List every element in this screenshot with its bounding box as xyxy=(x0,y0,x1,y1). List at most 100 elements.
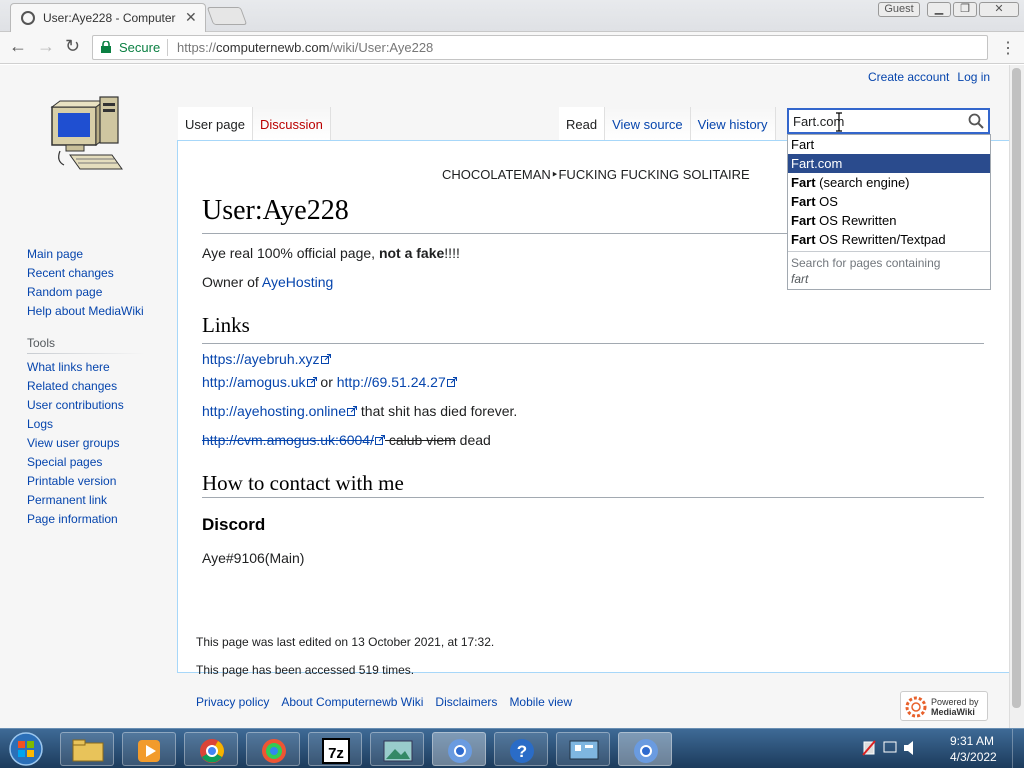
new-tab-button[interactable] xyxy=(206,7,248,25)
taskbar-color-app-button[interactable] xyxy=(246,732,300,766)
amogus-link[interactable]: http://amogus.uk xyxy=(202,374,317,390)
amogus-link-text: http://amogus.uk xyxy=(202,374,306,390)
taskbar-chrome-button[interactable] xyxy=(432,732,486,766)
close-tab-icon[interactable]: ✕ xyxy=(185,9,197,26)
sidebar-item-printable-version[interactable]: Printable version xyxy=(27,472,145,491)
create-account-link[interactable]: Create account xyxy=(868,70,949,84)
breadcrumb: CHOCOLATEMAN‣FUCKING FUCKING SOLITAIRE xyxy=(442,167,750,182)
suggestion-item[interactable]: Fart.com xyxy=(788,154,990,173)
media-player-icon xyxy=(138,740,160,762)
access-count-text: This page has been accessed 519 times. xyxy=(196,663,415,677)
suggestion-text: OS Rewritten xyxy=(815,213,897,228)
url-path: /wiki/User:Aye228 xyxy=(329,40,434,55)
taskbar-image-viewer-button[interactable] xyxy=(370,732,424,766)
ip-link[interactable]: http://69.51.24.27 xyxy=(337,374,457,390)
suggestion-item[interactable]: Fart (search engine) xyxy=(788,173,990,192)
forward-arrow-icon[interactable]: → xyxy=(37,36,55,57)
sidebar-item-user-contributions[interactable]: User contributions xyxy=(27,396,145,415)
search-icon[interactable] xyxy=(968,113,984,129)
suggestion-item[interactable]: Fart OS Rewritten xyxy=(788,211,990,230)
taskbar-help-button[interactable]: ? xyxy=(494,732,548,766)
taskbar-chrome-button[interactable] xyxy=(184,732,238,766)
taskbar-7zip-button[interactable]: 7z xyxy=(308,732,362,766)
sidebar-item-what-links-here[interactable]: What links here xyxy=(27,358,145,377)
sidebar-item-recent-changes[interactable]: Recent changes xyxy=(27,264,145,283)
sidebar-item-help[interactable]: Help about MediaWiki xyxy=(27,302,145,321)
site-logo-computer-icon[interactable] xyxy=(50,95,126,179)
suggestion-text: OS Rewritten/Textpad xyxy=(815,232,946,247)
search-containing-option[interactable]: Search for pages containing fart xyxy=(788,251,990,290)
suggestion-item[interactable]: Fart xyxy=(788,135,990,154)
browser-titlebar: User:Aye228 - Computer ✕ Guest ▁ ❐ ✕ xyxy=(0,0,1024,32)
external-link-icon xyxy=(374,435,385,445)
disclaimers-link[interactable]: Disclaimers xyxy=(435,695,497,709)
url-text[interactable]: https://computernewb.com/wiki/User:Aye22… xyxy=(177,40,433,55)
sidebar-item-random-page[interactable]: Random page xyxy=(27,283,145,302)
external-link-icon xyxy=(306,377,317,387)
back-arrow-icon[interactable]: ← xyxy=(9,36,27,57)
close-window-button[interactable]: ✕ xyxy=(979,2,1019,17)
suggestion-item[interactable]: Fart OS Rewritten/Textpad xyxy=(788,230,990,249)
chrome-icon xyxy=(448,739,472,763)
link-line-4: http://cvm.amogus.uk:6004/ calub viem de… xyxy=(202,432,491,448)
mobile-view-link[interactable]: Mobile view xyxy=(509,695,572,709)
taskbar-explorer-button[interactable] xyxy=(60,732,114,766)
sidebar-navigation: Main page Recent changes Random page Hel… xyxy=(27,245,145,321)
sidebar-item-main-page[interactable]: Main page xyxy=(27,245,145,264)
minimize-button[interactable]: ▁ xyxy=(927,2,951,17)
tab-discussion[interactable]: Discussion xyxy=(252,107,331,140)
ayebruh-link-text: https://ayebruh.xyz xyxy=(202,351,320,367)
ayehosting-online-link[interactable]: http://ayehosting.online xyxy=(202,403,357,419)
suggestion-text: Fart xyxy=(791,137,815,152)
start-button-windows-icon[interactable] xyxy=(6,731,46,767)
taskbar-control-panel-button[interactable] xyxy=(556,732,610,766)
reload-icon[interactable]: ↻ xyxy=(65,36,80,57)
sidebar-item-page-information[interactable]: Page information xyxy=(27,510,145,529)
tab-view-history[interactable]: View history xyxy=(690,107,776,140)
ayebruh-link[interactable]: https://ayebruh.xyz xyxy=(202,351,331,367)
calub-viem-text: calub viem xyxy=(384,432,456,448)
taskbar-chrome-button[interactable] xyxy=(618,732,672,766)
sidebar-item-special-pages[interactable]: Special pages xyxy=(27,453,145,472)
cvm-link[interactable]: http://cvm.amogus.uk:6004/ xyxy=(202,432,385,448)
powered-by-mediawiki-badge[interactable]: Powered by MediaWiki xyxy=(900,691,988,721)
menu-kebab-icon[interactable]: ⋮ xyxy=(1000,38,1016,58)
help-icon: ? xyxy=(510,739,534,763)
log-in-link[interactable]: Log in xyxy=(957,70,990,84)
external-link-icon xyxy=(320,354,331,364)
tab-view-source[interactable]: View source xyxy=(605,107,691,140)
sidebar-item-view-user-groups[interactable]: View user groups xyxy=(27,434,145,453)
ayehosting-link[interactable]: AyeHosting xyxy=(262,274,333,290)
show-desktop-button[interactable] xyxy=(1012,729,1024,769)
privacy-policy-link[interactable]: Privacy policy xyxy=(196,695,269,709)
suggestion-item[interactable]: Fart OS xyxy=(788,192,990,211)
search-containing-label: Search for pages containing xyxy=(791,256,941,270)
guest-badge[interactable]: Guest xyxy=(878,2,920,17)
lock-icon xyxy=(101,41,111,53)
suggestion-match: Fart xyxy=(791,232,816,247)
suggestion-match: Fart xyxy=(791,194,816,209)
clock-time[interactable]: 9:31 AM xyxy=(950,734,994,748)
address-bar[interactable]: Secure https://computernewb.com/wiki/Use… xyxy=(92,35,988,60)
7zip-icon: 7z xyxy=(322,738,350,764)
died-text: that shit has died forever. xyxy=(357,403,518,419)
search-input[interactable]: Fart.com xyxy=(787,108,990,134)
tab-read[interactable]: Read xyxy=(559,107,606,140)
dead-text: dead xyxy=(455,432,491,448)
tab-user-page[interactable]: User page xyxy=(178,107,253,140)
maximize-button[interactable]: ❐ xyxy=(953,2,977,17)
chrome-icon xyxy=(634,739,658,763)
clock-date[interactable]: 4/3/2022 xyxy=(950,750,997,764)
control-panel-icon xyxy=(569,740,599,760)
intro-tail: !!!! xyxy=(444,245,460,261)
sidebar-item-related-changes[interactable]: Related changes xyxy=(27,377,145,396)
links-heading: Links xyxy=(202,313,250,337)
contact-divider xyxy=(202,497,984,498)
about-link[interactable]: About Computernewb Wiki xyxy=(281,695,423,709)
scrollbar-thumb[interactable] xyxy=(1012,68,1021,708)
taskbar-media-player-button[interactable] xyxy=(122,732,176,766)
sidebar-item-permanent-link[interactable]: Permanent link xyxy=(27,491,145,510)
browser-tab[interactable]: User:Aye228 - Computer ✕ xyxy=(10,3,206,32)
sidebar-item-logs[interactable]: Logs xyxy=(27,415,145,434)
system-tray[interactable] xyxy=(860,735,920,761)
